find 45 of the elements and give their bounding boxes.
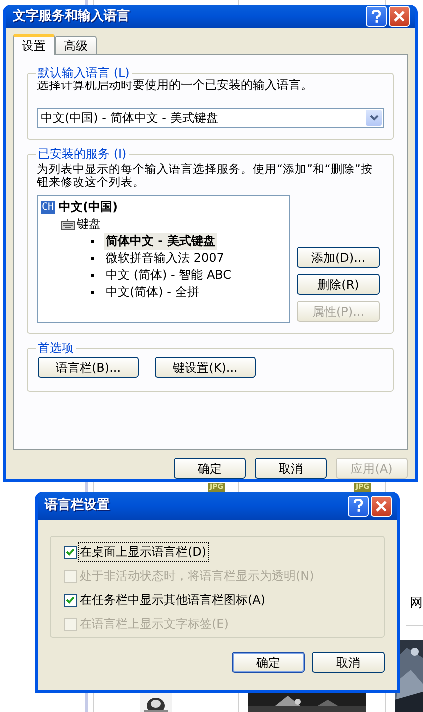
help-button[interactable] [348,496,369,516]
tree-item[interactable]: 中文(简体) - 全拼 [104,284,202,301]
tree-item[interactable]: 键盘 [77,216,101,233]
dialog-button[interactable]: 取消 [255,458,327,479]
tree-item[interactable]: 中文 (简体) - 智能 ABC [104,267,234,284]
checkbox-label[interactable]: 在桌面上显示语言栏(D) [79,543,208,561]
tab[interactable]: 设置 [13,34,55,55]
group-label: 已安装的服务 (I) [36,146,129,162]
tab[interactable]: 高级 [55,36,97,54]
bullet-icon [91,257,94,260]
close-icon [376,500,387,512]
dialog-button[interactable]: 取消 [312,652,385,673]
checkmark-icon [66,548,75,556]
help-button[interactable] [366,6,387,27]
window-title: 文字服务和输入语言 [13,8,131,26]
dialog-button[interactable]: 键设置(K)... [155,357,256,378]
help-icon [353,499,364,513]
close-button[interactable] [389,6,410,27]
dialog-button[interactable]: 确定 [174,458,246,479]
close-icon [394,11,405,22]
checkbox[interactable] [64,546,77,558]
chevron-down-icon [370,115,378,121]
window-title: 语言栏设置 [45,496,111,516]
dialog-button[interactable]: 语言栏(B)... [38,357,139,378]
tree-item[interactable]: 简体中文 - 美式键盘 [104,233,218,250]
keyboard-icon [61,219,75,230]
page-text: 网 [410,595,423,613]
close-button[interactable] [371,496,392,516]
help-icon [371,10,382,24]
checkbox-label[interactable]: 在任务栏中显示其他语言栏图标(A) [79,591,267,609]
tree-item[interactable]: 中文(中国) [59,199,118,216]
checkmark-icon [66,596,75,604]
bullet-icon [91,291,94,294]
group-label: 默认输入语言 (L) [36,65,132,81]
group-label: 首选项 [36,340,76,356]
bullet-icon [91,274,94,277]
checkbox[interactable] [64,594,77,606]
description-text: 为列表中显示的每个输入语言选择服务。使用“添加”和“删除”按钮来修改这个列表。 [37,163,374,189]
dialog-button[interactable]: 添加(D)... [297,247,380,268]
bullet-icon [91,240,94,243]
language-dropdown[interactable]: 中文(中国) - 简体中文 - 美式键盘 [37,108,384,128]
language-badge: CH [41,201,56,214]
tree-item[interactable]: 微软拼音输入法 2007 [104,250,226,267]
dialog-button[interactable]: 确定 [232,652,305,673]
dialog-button[interactable]: 删除(R) [297,274,380,295]
